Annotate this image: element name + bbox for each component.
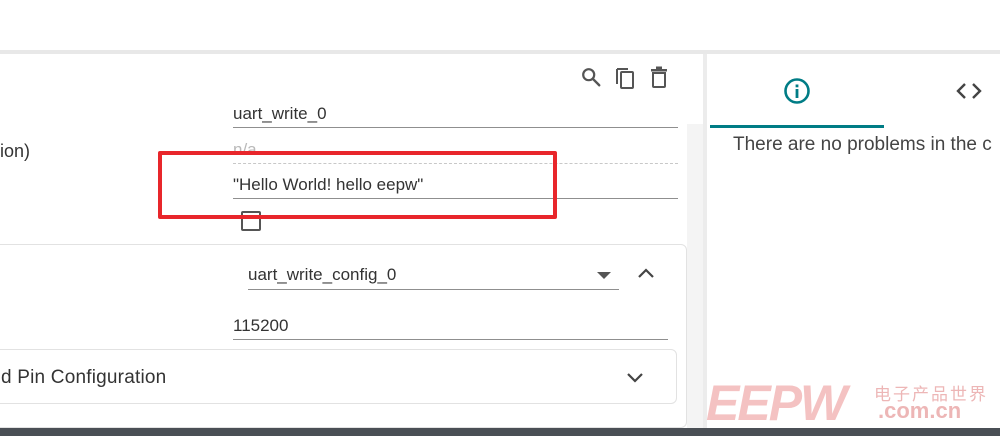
code-icon bbox=[956, 83, 982, 99]
expand-button[interactable] bbox=[622, 364, 648, 390]
config-select-value: uart_write_config_0 bbox=[248, 265, 397, 284]
tab-info[interactable] bbox=[710, 54, 884, 128]
config-select[interactable]: uart_write_config_0 bbox=[248, 262, 619, 290]
tab-code[interactable] bbox=[939, 54, 999, 128]
problems-message: There are no problems in the c bbox=[733, 134, 992, 155]
top-bar bbox=[0, 0, 1000, 50]
highlight-annotation bbox=[158, 151, 557, 219]
search-icon bbox=[582, 68, 601, 87]
collapse-button[interactable] bbox=[633, 260, 659, 286]
scrollbar-track[interactable] bbox=[687, 124, 703, 428]
row-label-partial: ion) bbox=[0, 141, 31, 161]
baud-rate-field[interactable]: 115200 bbox=[233, 314, 668, 340]
chevron-down-icon bbox=[627, 373, 643, 383]
info-icon bbox=[784, 78, 810, 104]
pin-config-label: d Pin Configuration bbox=[1, 367, 167, 388]
search-button[interactable] bbox=[578, 63, 604, 91]
active-tab-indicator bbox=[710, 125, 884, 128]
copy-button[interactable] bbox=[612, 63, 638, 91]
bottom-status-bar bbox=[0, 428, 1000, 436]
delete-button[interactable] bbox=[646, 63, 672, 91]
instance-name-value: uart_write_0 bbox=[233, 104, 327, 123]
problems-panel: There are no problems in the c bbox=[707, 54, 1000, 428]
instance-name-field[interactable]: uart_write_0 bbox=[233, 102, 678, 128]
copy-icon bbox=[616, 68, 634, 89]
delete-icon bbox=[651, 66, 667, 88]
chevron-up-icon bbox=[638, 268, 654, 278]
dropdown-arrow-icon bbox=[597, 272, 611, 279]
baud-rate-value: 115200 bbox=[233, 316, 289, 335]
pin-config-section[interactable]: d Pin Configuration bbox=[0, 349, 677, 404]
